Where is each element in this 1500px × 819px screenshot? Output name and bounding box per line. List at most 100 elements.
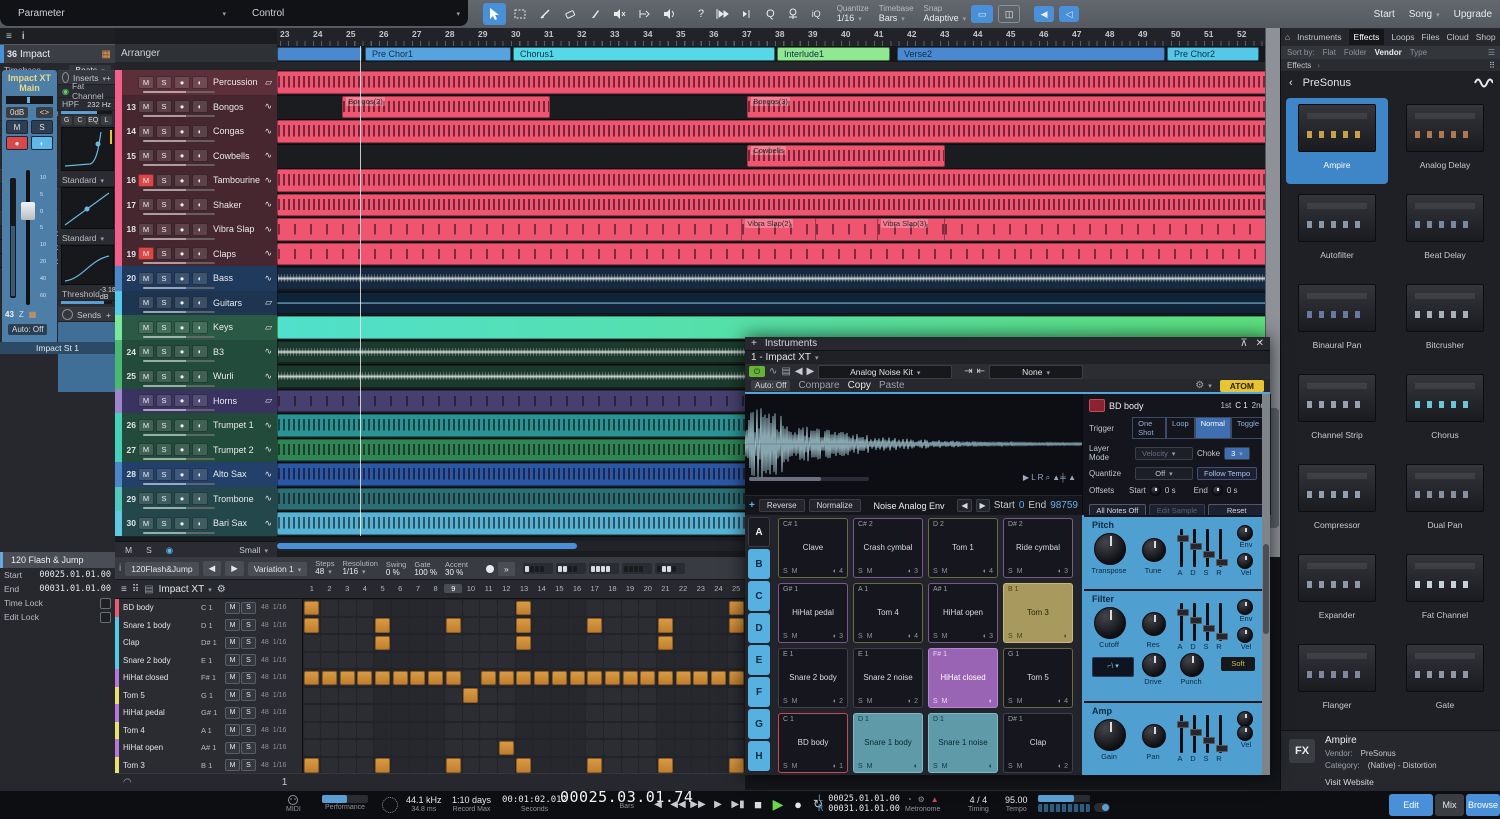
- home-icon[interactable]: ⌂: [1285, 32, 1290, 42]
- lane-percussion[interactable]: [277, 70, 1265, 96]
- slider-s[interactable]: [1206, 603, 1209, 641]
- plugin-scrollbar[interactable]: [1262, 394, 1270, 775]
- monitor-button[interactable]: ◐: [31, 136, 53, 150]
- pad-bd-body[interactable]: C 1BD bodySM◐ 1: [778, 713, 848, 773]
- effect-item-bitcrusher[interactable]: Bitcrusher: [1394, 278, 1496, 364]
- step-note[interactable]: [658, 758, 673, 773]
- step-cell[interactable]: [710, 740, 727, 756]
- audio-in-icon[interactable]: ◀: [1034, 6, 1054, 22]
- mute-button[interactable]: M: [138, 125, 154, 138]
- step-cell[interactable]: [622, 705, 639, 721]
- step-cell[interactable]: [692, 705, 709, 721]
- normalize-button[interactable]: Normalize: [809, 499, 861, 512]
- step-cell[interactable]: [392, 758, 409, 774]
- parameter-dropdown[interactable]: Parameter: [10, 4, 234, 22]
- step-cell[interactable]: [410, 618, 427, 634]
- step-cell[interactable]: [604, 758, 621, 774]
- step-cell[interactable]: [657, 723, 674, 739]
- mute-button[interactable]: M: [138, 419, 154, 432]
- pattern-param-gate[interactable]: Gate100 %: [410, 561, 441, 577]
- curve-icon[interactable]: ◠: [123, 777, 132, 788]
- sort-option-folder[interactable]: Folder: [1344, 48, 1367, 57]
- pad-output[interactable]: ◐ 3: [1058, 568, 1068, 575]
- step-cell[interactable]: [463, 723, 480, 739]
- monitor-button[interactable]: ◐: [192, 272, 208, 285]
- arranger-section-chorus1[interactable]: Chorus1: [513, 47, 775, 61]
- step-cell[interactable]: [374, 740, 391, 756]
- pad-output[interactable]: ◐ 2: [908, 698, 918, 705]
- control-dropdown[interactable]: Control: [244, 4, 468, 22]
- pad-ride-cymbal[interactable]: D# 2Ride cymbalSM◐ 3: [1003, 518, 1073, 578]
- pad-hihat-open[interactable]: A# 1HiHat openSM◐ 3: [928, 583, 998, 643]
- step-cell[interactable]: [463, 653, 480, 669]
- comp-curve-graph[interactable]: [61, 187, 114, 229]
- clip[interactable]: Vibra Slap(3): [877, 218, 946, 241]
- row-mute-button[interactable]: M: [225, 724, 240, 736]
- arranger-track-header[interactable]: Arranger ♪: [115, 44, 289, 63]
- bank-button-b[interactable]: B: [748, 549, 770, 579]
- pad-solo[interactable]: S: [783, 698, 788, 705]
- slider-handle[interactable]: [1177, 721, 1189, 728]
- lane-congas[interactable]: [277, 119, 1265, 145]
- monitor-button[interactable]: ◐: [192, 247, 208, 260]
- step-cell[interactable]: [463, 600, 480, 616]
- record-arm-button[interactable]: ●: [174, 100, 190, 113]
- step-note[interactable]: [605, 671, 620, 686]
- row-solo-button[interactable]: S: [241, 654, 256, 666]
- step-cell[interactable]: [604, 635, 621, 651]
- step-cell[interactable]: [675, 618, 692, 634]
- step-cell[interactable]: [339, 688, 356, 704]
- clip[interactable]: [277, 71, 1265, 94]
- step-note[interactable]: [516, 758, 531, 773]
- step-cell[interactable]: [498, 705, 515, 721]
- step-cell[interactable]: [675, 740, 692, 756]
- prev-bar-button[interactable]: ◀: [648, 795, 668, 813]
- step-note[interactable]: [693, 671, 708, 686]
- step-note[interactable]: [446, 758, 461, 773]
- snap-setting[interactable]: Snap Adaptive: [924, 1, 967, 27]
- clip[interactable]: [277, 243, 1265, 266]
- layer-first-label[interactable]: 1st: [1221, 401, 1232, 410]
- step-cell[interactable]: [728, 740, 745, 756]
- step-cell[interactable]: [533, 600, 550, 616]
- record-arm-button[interactable]: ●: [174, 394, 190, 407]
- step-cell[interactable]: [321, 653, 338, 669]
- step-cell[interactable]: [304, 653, 321, 669]
- knob-vel[interactable]: [1237, 725, 1253, 741]
- pad-mute[interactable]: M: [942, 568, 948, 575]
- step-grid[interactable]: [303, 669, 745, 687]
- step-cell[interactable]: [728, 653, 745, 669]
- step-cell[interactable]: [480, 688, 497, 704]
- step-cell[interactable]: [445, 653, 462, 669]
- step-cell[interactable]: [498, 653, 515, 669]
- pad-mute[interactable]: M: [1017, 763, 1023, 770]
- step-cell[interactable]: [304, 635, 321, 651]
- step-note[interactable]: [587, 758, 602, 773]
- step-cell[interactable]: [410, 723, 427, 739]
- step-cell[interactable]: [569, 723, 586, 739]
- step-cell[interactable]: [692, 688, 709, 704]
- vendor-header[interactable]: ‹ PreSonus: [1281, 71, 1500, 95]
- hpf-slider[interactable]: [61, 111, 112, 114]
- slider-a[interactable]: [1180, 603, 1183, 641]
- fat-channel-tab-c[interactable]: C: [74, 116, 85, 125]
- mute-button[interactable]: M: [138, 492, 154, 505]
- step-cell[interactable]: [675, 653, 692, 669]
- mute-button[interactable]: M: [138, 517, 154, 530]
- effect-item-autofilter[interactable]: Autofilter: [1286, 188, 1388, 274]
- step-note[interactable]: [658, 618, 673, 633]
- pad-output[interactable]: ◐: [989, 763, 993, 770]
- pin-icon[interactable]: ⊼: [1240, 338, 1247, 349]
- browser-tab-files[interactable]: Files: [1422, 32, 1440, 42]
- pad-output[interactable]: ◐ 3: [983, 633, 993, 640]
- track-row-trumpet-2[interactable]: 27MS●◐Trumpet 2∿: [115, 438, 277, 464]
- slider-handle[interactable]: [1216, 745, 1228, 752]
- step-cell[interactable]: [639, 600, 656, 616]
- effect-item-compressor[interactable]: Compressor: [1286, 458, 1388, 544]
- step-cell[interactable]: [639, 688, 656, 704]
- paste-button[interactable]: Paste: [879, 380, 905, 391]
- step-cell[interactable]: [551, 688, 568, 704]
- step-cell[interactable]: [569, 740, 586, 756]
- monitor-button[interactable]: ◐: [192, 321, 208, 334]
- piano-icon[interactable]: ▦: [29, 310, 37, 319]
